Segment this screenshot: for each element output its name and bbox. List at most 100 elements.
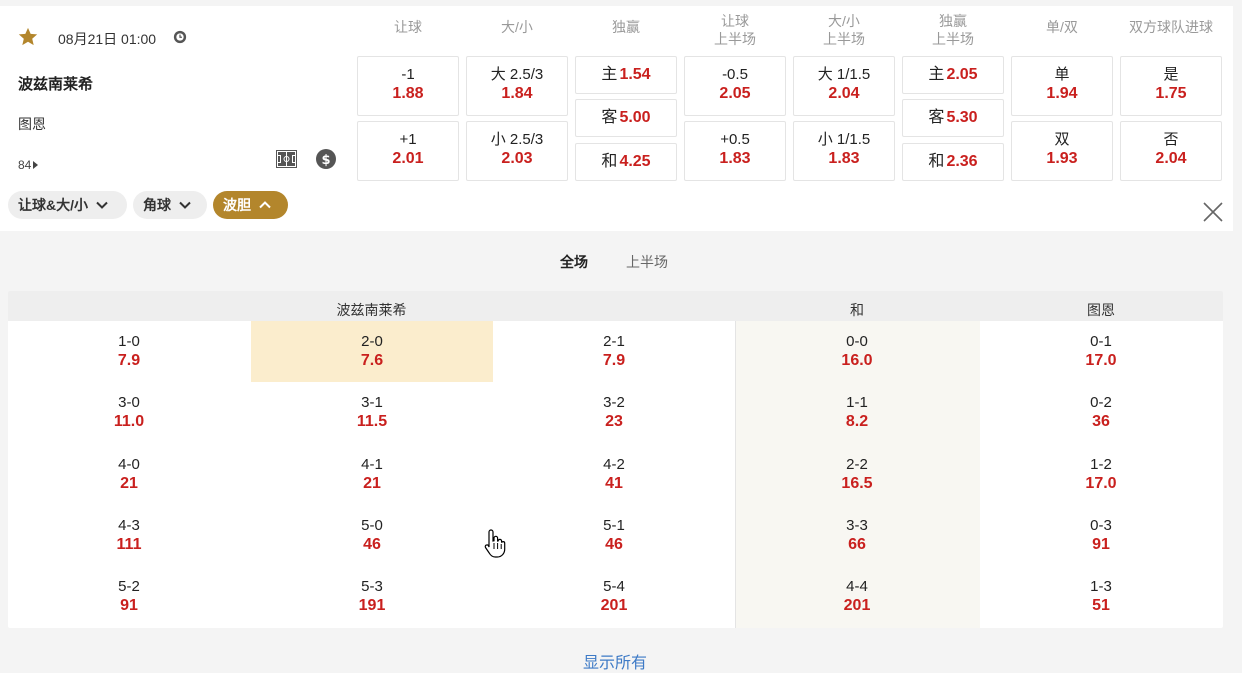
odds-moneyline-home[interactable]: 主 1.54 (575, 56, 677, 94)
score-label: 4-1 (361, 456, 383, 473)
score-odds: 7.9 (602, 352, 626, 369)
score-label: 0-0 (846, 333, 868, 350)
score-label: 3-0 (118, 394, 140, 411)
score-cell[interactable]: 1-1 8.2 (736, 382, 978, 443)
odds-over-1h[interactable]: 大 1/1.5 2.04 (793, 56, 895, 116)
filter-correct-score[interactable]: 波胆 (213, 191, 288, 219)
score-odds: 17.0 (1085, 352, 1117, 369)
score-odds: 111 (116, 536, 142, 553)
filter-corners[interactable]: 角球 (133, 191, 207, 219)
svg-text:$: $ (321, 153, 330, 168)
score-odds: 66 (848, 536, 866, 553)
col-head-handicap: 让球 (394, 19, 422, 35)
score-cell[interactable]: 0-1 17.0 (980, 321, 1222, 382)
score-cell[interactable]: 2-2 16.5 (736, 444, 978, 505)
score-cell[interactable]: 3-1 11.5 (251, 382, 493, 443)
score-cell[interactable]: 3-2 23 (493, 382, 735, 443)
star-icon[interactable] (17, 26, 39, 48)
score-odds: 51 (1092, 597, 1110, 614)
hand-cursor-icon (484, 529, 506, 558)
tab-full-time[interactable]: 全场 (560, 252, 588, 272)
score-cell[interactable]: 5-1 46 (493, 505, 735, 566)
odds-even[interactable]: 双 1.93 (1011, 121, 1113, 181)
odds-handicap-1h-home[interactable]: -0.5 2.05 (684, 56, 786, 116)
odds-moneyline-away[interactable]: 客 5.00 (575, 99, 677, 137)
score-odds: 46 (605, 536, 623, 553)
tab-first-half[interactable]: 上半场 (626, 252, 668, 272)
score-label: 5-4 (603, 578, 625, 595)
col-head-moneyline-1h: 独赢 上半场 (932, 13, 974, 47)
chevron-right-icon (33, 161, 39, 169)
score-cell[interactable]: 0-2 36 (980, 382, 1222, 443)
score-cell[interactable]: 4-2 41 (493, 444, 735, 505)
odds-moneyline-draw[interactable]: 和 4.25 (575, 143, 677, 181)
score-odds: 21 (120, 475, 138, 492)
col-head-moneyline: 独赢 (612, 19, 640, 35)
score-header-away: 图恩 (1087, 302, 1115, 318)
score-label: 5-0 (361, 517, 383, 534)
odds-under-1h[interactable]: 小 1/1.5 1.83 (793, 121, 895, 181)
score-label: 0-2 (1090, 394, 1112, 411)
score-odds: 91 (1092, 536, 1110, 553)
score-label: 4-2 (603, 456, 625, 473)
clock-icon (173, 30, 187, 44)
odds-under[interactable]: 小 2.5/3 2.03 (466, 121, 568, 181)
score-cell[interactable]: 2-0 7.6 (251, 321, 493, 382)
score-cell[interactable]: 5-0 46 (251, 505, 493, 566)
score-label: 1-2 (1090, 456, 1112, 473)
close-icon[interactable] (1203, 202, 1223, 222)
odds-moneyline-1h-away[interactable]: 客 5.30 (902, 99, 1004, 137)
score-cell[interactable]: 4-0 21 (8, 444, 250, 505)
score-label: 1-3 (1090, 578, 1112, 595)
home-team: 波兹南莱希 (18, 76, 94, 93)
score-odds: 23 (605, 413, 623, 430)
coin-icon[interactable]: $ (316, 149, 336, 169)
score-cell[interactable]: 4-3 111 (8, 505, 250, 566)
odds-handicap-home[interactable]: -1 1.88 (357, 56, 459, 116)
score-cell[interactable]: 1-0 7.9 (8, 321, 250, 382)
odds-handicap-away[interactable]: +1 2.01 (357, 121, 459, 181)
odds-over[interactable]: 大 2.5/3 1.84 (466, 56, 568, 116)
score-odds: 17.0 (1085, 475, 1117, 492)
score-odds: 201 (600, 597, 628, 614)
score-label: 3-3 (846, 517, 868, 534)
show-all-link[interactable]: 显示所有 (583, 649, 647, 673)
odds-odd[interactable]: 单 1.94 (1011, 56, 1113, 116)
chevron-down-icon (96, 201, 108, 209)
score-label: 5-1 (603, 517, 625, 534)
odds-moneyline-1h-home[interactable]: 主 2.05 (902, 56, 1004, 94)
more-markets-link[interactable]: 84 (18, 158, 39, 172)
odds-handicap-1h-away[interactable]: +0.5 1.83 (684, 121, 786, 181)
score-odds: 11.5 (356, 413, 388, 430)
field-icon[interactable] (276, 150, 297, 168)
correct-score-table: 波兹南莱希 和 图恩 1-0 7.9 2-0 7.6 2-1 7.9 0-0 16.0 0-1 1… (8, 291, 1223, 628)
score-cell[interactable]: 3-0 11.0 (8, 382, 250, 443)
more-markets-count: 84 (18, 158, 32, 172)
score-odds: 21 (363, 475, 381, 492)
score-cell[interactable]: 4-4 201 (736, 566, 978, 627)
score-cell[interactable]: 1-2 17.0 (980, 444, 1222, 505)
odds-btts-no[interactable]: 否 2.04 (1120, 121, 1222, 181)
score-label: 2-0 (361, 333, 383, 350)
odds-moneyline-1h-draw[interactable]: 和 2.36 (902, 143, 1004, 181)
score-cell[interactable]: 5-4 201 (493, 566, 735, 627)
score-odds: 191 (358, 597, 386, 614)
score-odds: 36 (1092, 413, 1110, 430)
score-odds: 16.5 (841, 475, 873, 492)
score-cell[interactable]: 0-0 16.0 (736, 321, 978, 382)
score-label: 0-1 (1090, 333, 1112, 350)
score-header-home: 波兹南莱希 (336, 302, 407, 318)
score-label: 0-3 (1090, 517, 1112, 534)
score-cell[interactable]: 1-3 51 (980, 566, 1222, 627)
score-cell[interactable]: 3-3 66 (736, 505, 978, 566)
score-cell[interactable]: 5-3 191 (251, 566, 493, 627)
score-label: 4-3 (118, 517, 140, 534)
score-cell[interactable]: 2-1 7.9 (493, 321, 735, 382)
score-cell[interactable]: 0-3 91 (980, 505, 1222, 566)
score-cell[interactable]: 4-1 21 (251, 444, 493, 505)
score-cell[interactable]: 5-2 91 (8, 566, 250, 627)
odds-btts-yes[interactable]: 是 1.75 (1120, 56, 1222, 116)
score-odds: 16.0 (841, 352, 873, 369)
match-card: 08月21日 01:00 波兹南莱希 图恩 84 $ 让球 大/小 独赢 让球 … (0, 6, 1233, 231)
filter-handicap-ou[interactable]: 让球&大/小 (8, 191, 127, 219)
